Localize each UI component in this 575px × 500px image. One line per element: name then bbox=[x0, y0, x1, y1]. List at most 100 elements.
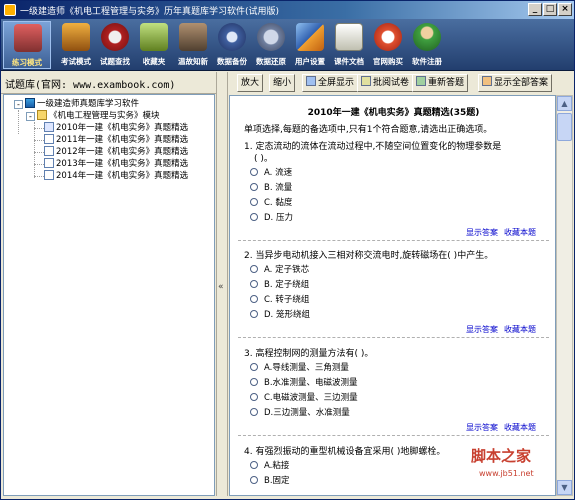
toolbar-review[interactable]: 温故知新 bbox=[173, 21, 213, 69]
question-2-option-a[interactable]: A. 定子铁芯 bbox=[250, 264, 309, 276]
radio-icon[interactable] bbox=[250, 265, 258, 273]
tree-line bbox=[34, 176, 44, 177]
toolbar-restore[interactable]: 数据还原 bbox=[251, 21, 291, 69]
show-answer-link[interactable]: 显示答案 bbox=[466, 325, 498, 334]
question-2-option-b[interactable]: B. 定子绕组 bbox=[250, 279, 309, 291]
question-separator bbox=[238, 337, 549, 338]
option-label: C. 转子绕组 bbox=[264, 295, 310, 305]
toolbar-register[interactable]: 软件注册 bbox=[407, 21, 447, 69]
redo-label: 重新答题 bbox=[428, 78, 465, 88]
toolbar-label: 试题查找 bbox=[100, 57, 130, 66]
radio-icon[interactable] bbox=[250, 183, 258, 191]
toolbar-buy-online[interactable]: 官网购买 bbox=[368, 21, 408, 69]
question-4-option-b[interactable]: B.固定 bbox=[250, 475, 290, 487]
question-2-option-d[interactable]: D. 笼形绕组 bbox=[250, 309, 310, 321]
toolbar-user-settings[interactable]: 用户设置 bbox=[290, 21, 330, 69]
question-3-option-b[interactable]: B.水准测量、电磁波测量 bbox=[250, 377, 358, 389]
option-label: A.粘接 bbox=[264, 461, 290, 471]
minimize-button[interactable]: _ bbox=[528, 3, 542, 16]
question-3-option-d[interactable]: D.三边测量、水准测量 bbox=[250, 407, 350, 419]
radio-icon[interactable] bbox=[250, 408, 258, 416]
close-button[interactable]: × bbox=[558, 3, 572, 16]
folder-icon bbox=[37, 110, 47, 120]
radio-icon[interactable] bbox=[250, 461, 258, 469]
tree-node-label: 2013年一建《机电实务》真题精选 bbox=[56, 159, 189, 169]
collapse-arrow-icon[interactable]: « bbox=[218, 282, 224, 292]
answers-icon bbox=[482, 76, 492, 86]
grade-paper-button[interactable]: 批阅试卷 bbox=[357, 74, 414, 92]
show-all-answers-button[interactable]: 显示全部答案 bbox=[478, 74, 553, 92]
maximize-button[interactable]: □ bbox=[543, 3, 557, 16]
tree-node-module[interactable]: - 《机电工程管理与实务》模块 bbox=[14, 110, 160, 122]
radio-icon[interactable] bbox=[250, 363, 258, 371]
software-icon bbox=[25, 98, 35, 108]
radio-icon[interactable] bbox=[250, 168, 258, 176]
app-icon bbox=[4, 4, 16, 16]
toolbar-exam-mode[interactable]: 考试模式 bbox=[56, 21, 96, 69]
tree-node-paper-2010[interactable]: 2010年一建《机电实务》真题精选 bbox=[44, 122, 188, 134]
favorite-link[interactable]: 收藏本题 bbox=[504, 228, 536, 237]
option-label: D. 笼形绕组 bbox=[264, 310, 310, 320]
favorites-icon bbox=[140, 23, 168, 51]
show-answer-link[interactable]: 显示答案 bbox=[466, 423, 498, 432]
question-3-option-a[interactable]: A.导线测量、三角测量 bbox=[250, 362, 349, 374]
toolbar-documents[interactable]: 课件文档 bbox=[329, 21, 369, 69]
content-scrollbar[interactable]: ▲ ▼ bbox=[556, 95, 573, 496]
question-1-links: 显示答案 收藏本题 bbox=[466, 227, 542, 238]
tree-node-label: 2012年一建《机电实务》真题精选 bbox=[56, 147, 189, 157]
toolbar-label: 温故知新 bbox=[178, 57, 208, 66]
tree-node-paper-2012[interactable]: 2012年一建《机电实务》真题精选 bbox=[44, 146, 188, 158]
tree-node-paper-2013[interactable]: 2013年一建《机电实务》真题精选 bbox=[44, 158, 188, 170]
question-separator bbox=[238, 435, 549, 436]
fullscreen-icon bbox=[306, 76, 316, 86]
paper-action-bar: 放大 缩小 全屏显示 批阅试卷 重新答题 显示全部答案 bbox=[229, 72, 574, 94]
question-1-option-a[interactable]: A. 流速 bbox=[250, 167, 292, 179]
question-4-option-a[interactable]: A.粘接 bbox=[250, 460, 289, 472]
toolbar-label: 软件注册 bbox=[412, 57, 442, 66]
tree-line bbox=[34, 128, 44, 129]
favorite-link[interactable]: 收藏本题 bbox=[504, 325, 536, 334]
toolbar-favorites[interactable]: 收藏夹 bbox=[134, 21, 174, 69]
question-bank-tree: - 一级建造师真题库学习软件 - 《机电工程管理与实务》模块 2010年一建《机电实… bbox=[3, 94, 215, 496]
paper-instruction: 单项选择,每题的备选项中,只有1个符合题意,请选出正确选项。 bbox=[244, 125, 493, 135]
zoom-in-button[interactable]: 放大 bbox=[237, 74, 264, 92]
question-1-option-d[interactable]: D. 压力 bbox=[250, 212, 293, 224]
radio-icon[interactable] bbox=[250, 476, 258, 484]
favorite-link[interactable]: 收藏本题 bbox=[504, 423, 536, 432]
question-1-option-c[interactable]: C. 黏度 bbox=[250, 197, 292, 209]
radio-icon[interactable] bbox=[250, 310, 258, 318]
radio-icon[interactable] bbox=[250, 213, 258, 221]
question-2-text: 2. 当异步电动机接入三相对称交流电时,旋转磁场在( )中产生。 bbox=[244, 251, 494, 261]
radio-icon[interactable] bbox=[250, 295, 258, 303]
redo-button[interactable]: 重新答题 bbox=[412, 74, 469, 92]
scroll-up-icon[interactable]: ▲ bbox=[557, 96, 572, 111]
show-answers-label: 显示全部答案 bbox=[494, 78, 549, 88]
restore-icon bbox=[257, 23, 285, 51]
option-label: A.导线测量、三角测量 bbox=[264, 363, 349, 373]
scroll-thumb[interactable] bbox=[557, 113, 572, 141]
toolbar-label: 用户设置 bbox=[295, 57, 325, 66]
radio-icon[interactable] bbox=[250, 280, 258, 288]
watermark-url: www.jb51.net bbox=[479, 469, 534, 478]
users-icon bbox=[413, 23, 441, 51]
panel-splitter[interactable]: « bbox=[216, 72, 228, 496]
radio-icon[interactable] bbox=[250, 198, 258, 206]
question-2-option-c[interactable]: C. 转子绕组 bbox=[250, 294, 309, 306]
collapse-icon[interactable]: - bbox=[14, 100, 23, 109]
toolbar-search[interactable]: 试题查找 bbox=[95, 21, 135, 69]
radio-icon[interactable] bbox=[250, 378, 258, 386]
toolbar-backup[interactable]: 数据备份 bbox=[212, 21, 252, 69]
question-1-option-b[interactable]: B. 流量 bbox=[250, 182, 292, 194]
question-3-option-c[interactable]: C.电磁波测量、三边测量 bbox=[250, 392, 358, 404]
tree-node-root[interactable]: - 一级建造师真题库学习软件 bbox=[14, 98, 139, 110]
zoom-out-button[interactable]: 缩小 bbox=[269, 74, 296, 92]
tree-node-paper-2011[interactable]: 2011年一建《机电实务》真题精选 bbox=[44, 134, 188, 146]
toolbar-practice-mode[interactable]: 练习模式 bbox=[3, 21, 51, 69]
show-answer-link[interactable]: 显示答案 bbox=[466, 228, 498, 237]
fullscreen-button[interactable]: 全屏显示 bbox=[302, 74, 359, 92]
collapse-icon[interactable]: - bbox=[26, 112, 35, 121]
radio-icon[interactable] bbox=[250, 393, 258, 401]
tree-node-paper-2014[interactable]: 2014年一建《机电实务》真题精选 bbox=[44, 170, 188, 182]
paper-content: 2010年一建《机电实务》真题精选(35题) 单项选择,每题的备选项中,只有1个… bbox=[229, 95, 556, 496]
option-label: C.电磁波测量、三边测量 bbox=[264, 393, 358, 403]
